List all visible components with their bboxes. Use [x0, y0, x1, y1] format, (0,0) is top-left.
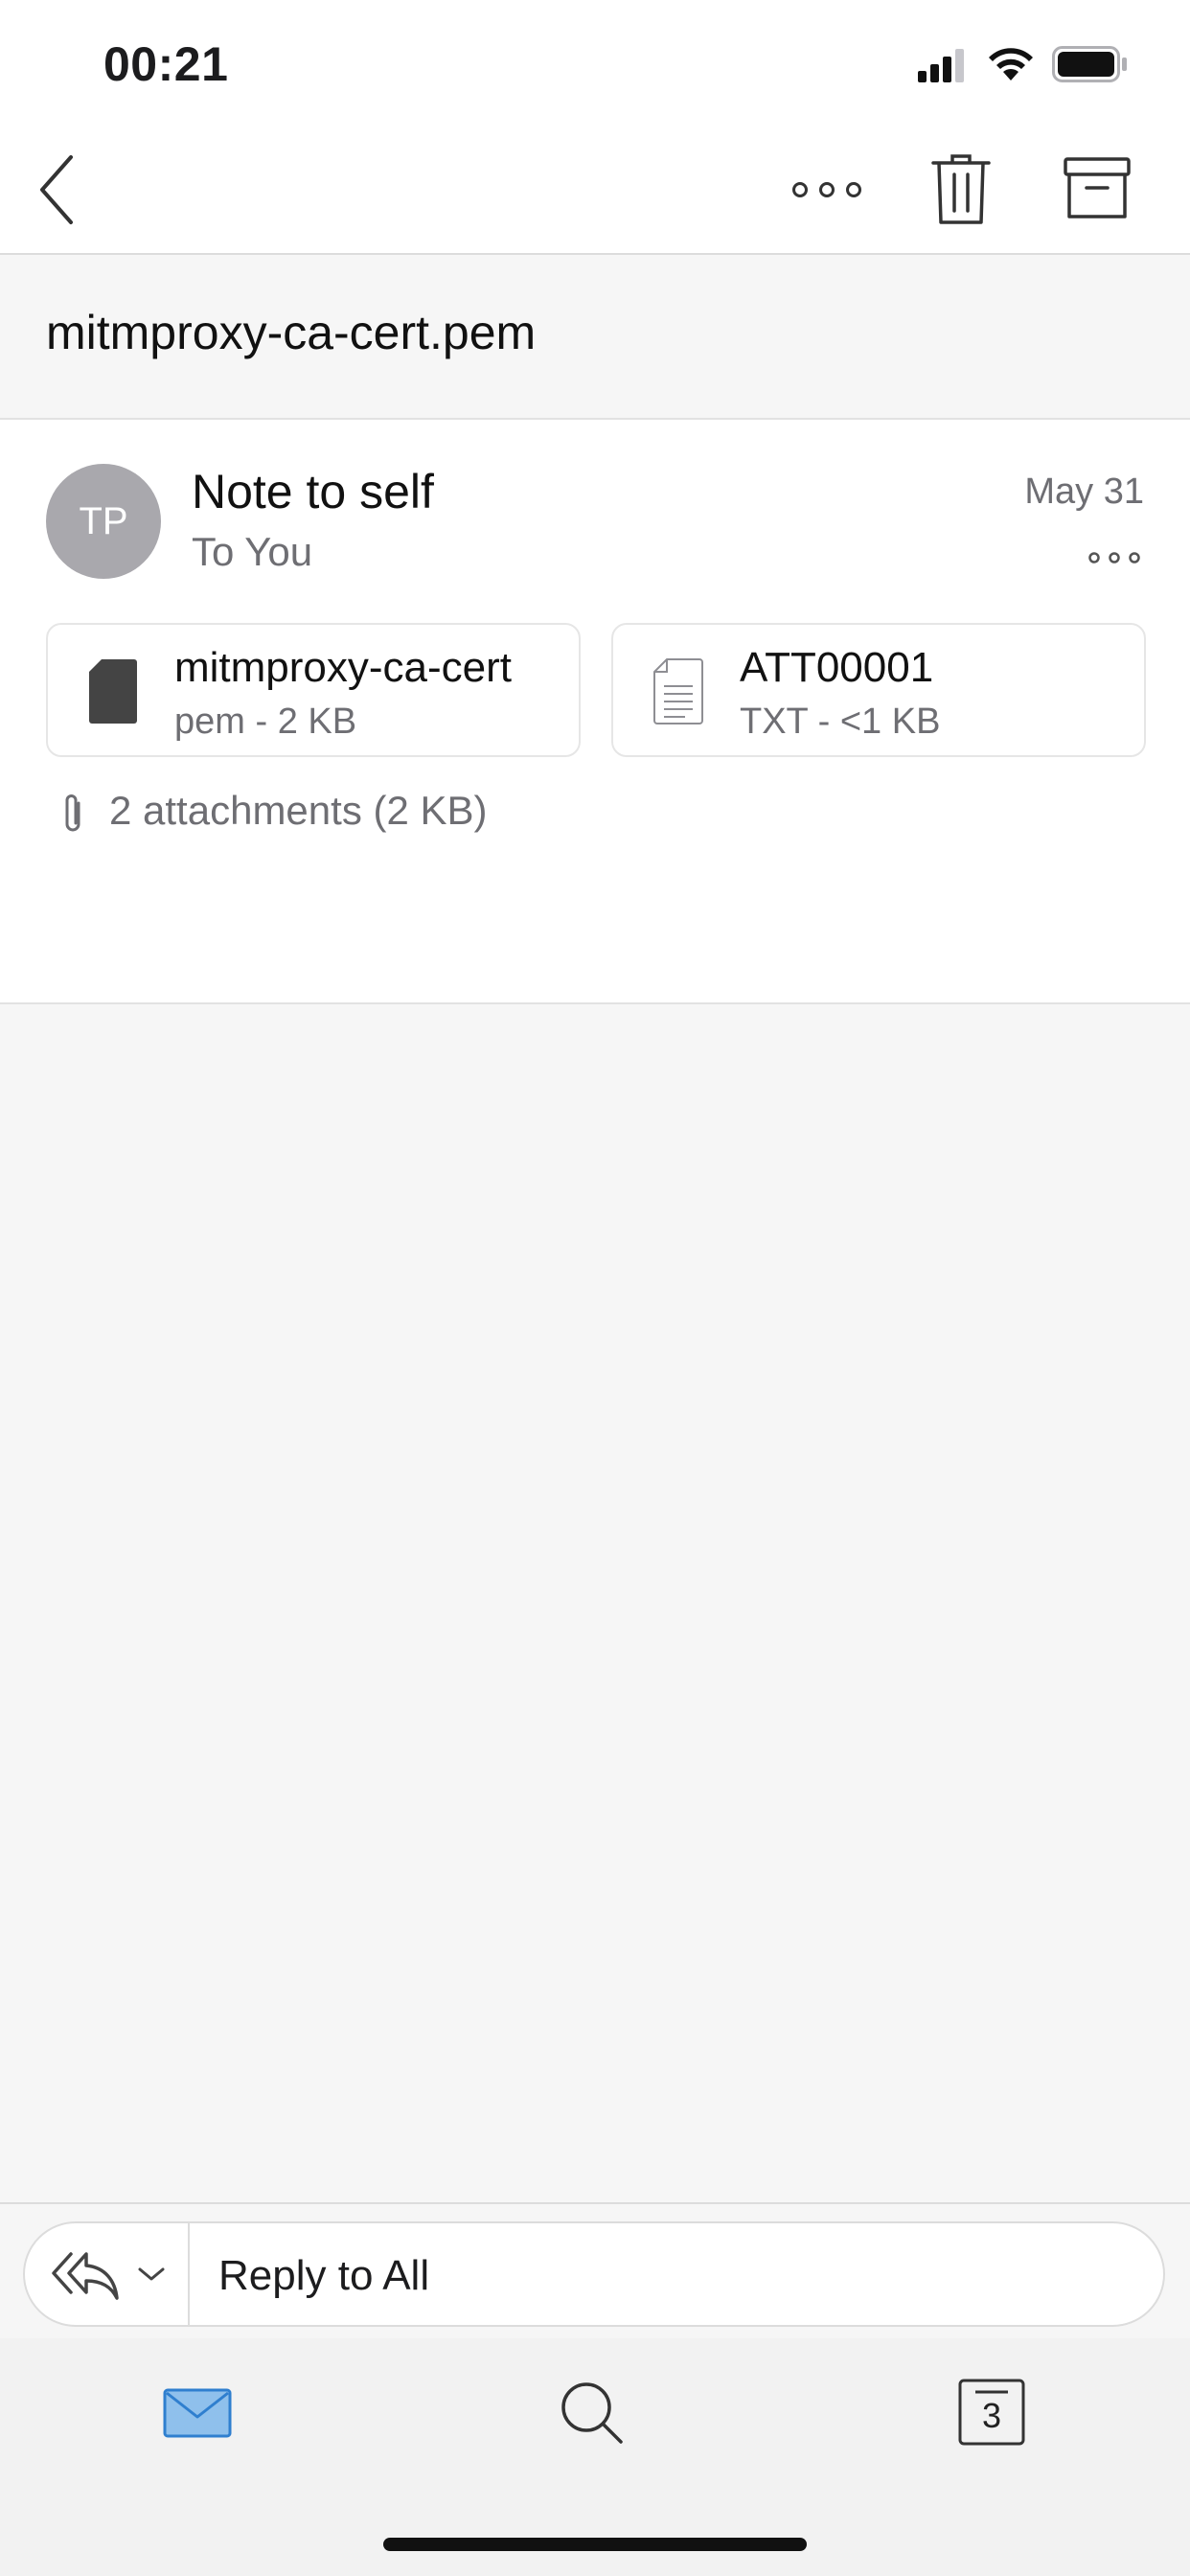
wifi-icon — [987, 44, 1035, 82]
recipients[interactable]: To You — [192, 529, 312, 575]
trash-icon — [931, 154, 991, 224]
cellular-signal-icon — [918, 48, 968, 82]
text-document-icon — [653, 657, 703, 724]
attachment-summary[interactable]: 2 attachments (2 KB) — [109, 788, 488, 834]
reply-divider — [188, 2223, 190, 2325]
reply-bar[interactable]: Reply to All — [23, 2221, 1165, 2327]
message-card: TP Note to self To You May 31 mitmproxy-… — [0, 420, 1190, 1004]
tab-calendar[interactable]: 3 — [958, 2379, 1025, 2446]
mail-icon — [163, 2388, 232, 2438]
status-time: 00:21 — [103, 37, 229, 91]
archive-icon — [1064, 157, 1131, 218]
attachment-meta: pem - 2 KB — [174, 702, 357, 742]
subject-header: mitmproxy-ca-cert.pem — [0, 255, 1190, 420]
message-more-button[interactable] — [1087, 546, 1144, 569]
attachment-name: mitmproxy-ca-cert — [174, 644, 513, 691]
chevron-left-icon — [40, 155, 73, 224]
attachment-name: ATT00001 — [740, 644, 934, 691]
home-indicator — [383, 2538, 807, 2551]
attachment-meta: TXT - <1 KB — [740, 702, 941, 742]
message-date: May 31 — [1024, 472, 1144, 512]
file-filled-icon — [88, 657, 138, 724]
chevron-down-icon[interactable] — [136, 2266, 167, 2285]
paperclip-icon — [59, 792, 86, 836]
delete-button[interactable] — [929, 153, 993, 226]
back-button[interactable] — [29, 151, 86, 228]
more-horizontal-icon — [792, 182, 861, 197]
reply-to-all-field[interactable]: Reply to All — [218, 2252, 429, 2300]
battery-icon — [1052, 46, 1129, 82]
more-horizontal-icon — [1088, 552, 1140, 564]
status-bar: 00:21 — [0, 0, 1190, 125]
avatar[interactable]: TP — [46, 464, 161, 579]
attachment-card[interactable]: mitmproxy-ca-cert pem - 2 KB — [46, 623, 581, 757]
sender-name[interactable]: Note to self — [192, 464, 434, 519]
tab-search[interactable] — [560, 2380, 627, 2448]
reply-all-icon[interactable] — [50, 2248, 121, 2302]
tab-mail[interactable] — [163, 2386, 232, 2440]
calendar-day: 3 — [981, 2396, 1002, 2435]
archive-button[interactable] — [1064, 157, 1131, 220]
search-icon — [561, 2382, 623, 2444]
attachment-card[interactable]: ATT00001 TXT - <1 KB — [611, 623, 1146, 757]
navigation-bar — [0, 125, 1190, 255]
email-subject: mitmproxy-ca-cert.pem — [46, 306, 537, 359]
reply-bar-divider — [0, 2202, 1190, 2204]
more-button[interactable] — [786, 171, 872, 209]
